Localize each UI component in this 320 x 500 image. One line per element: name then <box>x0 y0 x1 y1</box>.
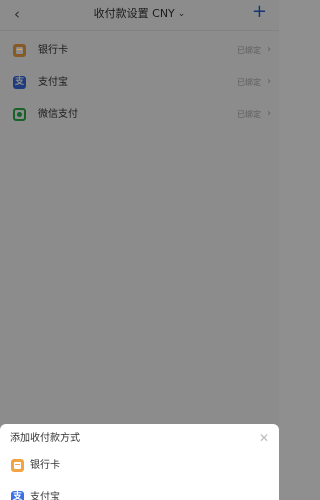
close-icon[interactable]: ✕ <box>259 431 269 445</box>
alipay-icon: 支 <box>11 491 24 500</box>
option-label: 支付宝 <box>30 492 60 500</box>
bank-card-icon <box>11 459 24 472</box>
sheet-title: 添加收付款方式 <box>10 433 80 444</box>
add-bank-card-option[interactable]: 银行卡 <box>0 454 279 478</box>
alipay-glyph: 支 <box>12 492 22 500</box>
option-label: 银行卡 <box>30 460 60 471</box>
add-payment-method-sheet: 添加收付款方式 ✕ 银行卡 支 支付宝 <box>0 424 279 500</box>
add-alipay-option[interactable]: 支 支付宝 <box>0 486 279 500</box>
